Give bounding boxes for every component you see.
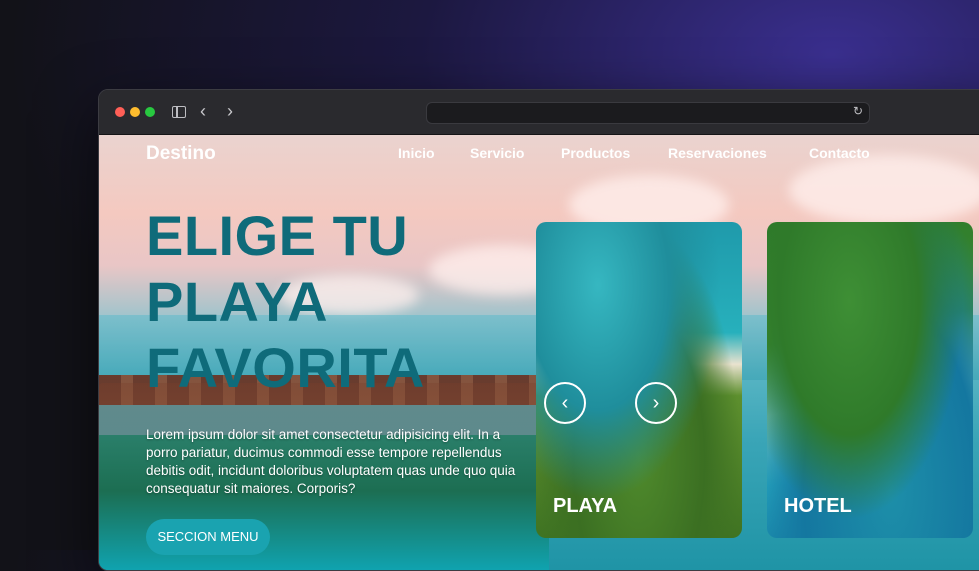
maximize-window-button[interactable] [145,107,155,117]
card-playa[interactable]: PLAYA [536,222,742,538]
nav-productos[interactable]: Productos [561,145,630,161]
address-bar[interactable]: ↻ [426,102,870,124]
page-viewport: Destino Inicio Servicio Productos Reserv… [99,135,979,570]
nav-reservaciones[interactable]: Reservaciones [668,145,767,161]
card-label: PLAYA [553,495,618,517]
close-window-button[interactable] [115,107,125,117]
minimize-window-button[interactable] [130,107,140,117]
card-label: HOTEL [784,495,852,517]
cloud-decoration [789,155,979,225]
chevron-left-icon[interactable]: ‹ [200,101,206,121]
browser-window: ‹ › ↻ Destino Inicio Servicio Productos … [98,89,979,571]
chevron-right-icon[interactable]: › [227,101,233,121]
chevron-left-icon: ‹ [561,392,569,414]
nav-servicio[interactable]: Servicio [470,145,524,161]
site-logo[interactable]: Destino [146,143,216,165]
hero-description: Lorem ipsum dolor sit amet consectetur a… [146,427,516,496]
chevron-right-icon: › [652,392,660,414]
browser-toolbar: ‹ › ↻ [99,90,979,135]
hero-title-line: PLAYA [146,270,329,333]
hero-title-line: ELIGE TU [146,204,409,267]
hero-title-line: FAVORITA [146,336,425,399]
nav-contacto[interactable]: Contacto [809,145,870,161]
hero-title: ELIGE TU PLAYA FAVORITA [146,203,526,401]
card-hotel[interactable]: HOTEL [767,222,973,538]
reload-icon[interactable]: ↻ [853,104,863,118]
slider-prev-button[interactable]: ‹ [544,382,586,424]
nav-inicio[interactable]: Inicio [398,145,435,161]
slider-next-button[interactable]: › [635,382,677,424]
sidebar-icon[interactable] [172,106,186,118]
